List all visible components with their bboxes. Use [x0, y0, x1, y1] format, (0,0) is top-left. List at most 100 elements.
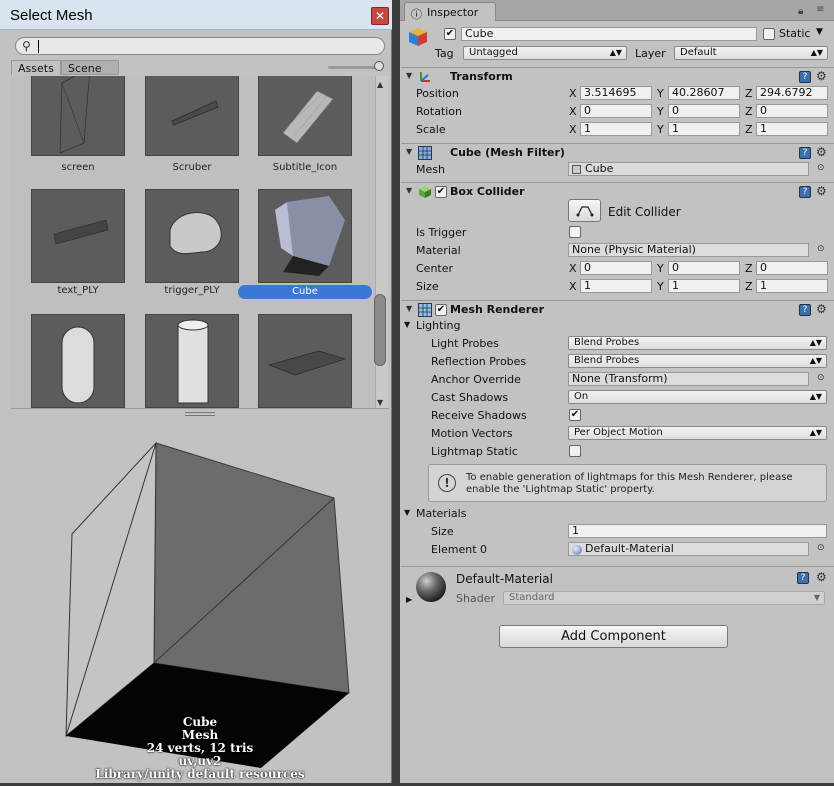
transform-header[interactable]: ▼ Transform — [401, 67, 834, 85]
mesh-label: Mesh — [416, 163, 445, 176]
materials-size-field[interactable]: 1 — [568, 524, 827, 538]
help-icon[interactable]: ? — [797, 572, 809, 584]
anchor-override-field[interactable]: None (Transform) — [568, 372, 809, 386]
size-x-field[interactable]: 1 — [580, 279, 652, 293]
lighting-label: Lighting — [416, 319, 461, 332]
search-input[interactable]: ⚲ — [15, 37, 385, 55]
mesh-thumbnail — [258, 189, 352, 283]
material-foldout-icon[interactable]: ▶ — [406, 595, 412, 604]
tab-menu-icon[interactable]: ≡ — [816, 4, 824, 15]
scrollbar-thumb[interactable] — [374, 294, 386, 366]
center-y-field[interactable]: 0 — [668, 261, 740, 275]
foldout-icon[interactable]: ▼ — [406, 186, 412, 195]
box-collider-enabled-checkbox[interactable]: ✔ — [435, 186, 447, 198]
gear-icon[interactable]: ⚙ — [816, 302, 827, 316]
mesh-asset-icon — [572, 165, 581, 174]
static-dropdown-icon[interactable]: ▼ — [816, 27, 823, 37]
object-picker-icon[interactable]: ⊙ — [817, 163, 825, 173]
lightmap-static-checkbox[interactable] — [569, 445, 581, 457]
object-name-field[interactable]: Cube — [461, 27, 757, 41]
gear-icon[interactable]: ⚙ — [816, 145, 827, 159]
rotation-z-field[interactable]: 0 — [756, 104, 828, 118]
scroll-down-icon[interactable]: ▼ — [377, 398, 383, 407]
physic-material-field[interactable]: None (Physic Material) — [568, 243, 809, 257]
mesh-thumbnail — [31, 189, 125, 283]
box-collider-header[interactable]: ▼ Box Collider — [401, 182, 834, 200]
receive-shadows-label: Receive Shadows — [431, 409, 527, 422]
component-title: Box Collider — [450, 185, 525, 198]
position-y-field[interactable]: 40.28607 — [668, 86, 740, 100]
mesh-filter-header[interactable]: ▼ Cube (Mesh Filter) — [401, 143, 834, 161]
axis-x-label: X — [569, 105, 577, 118]
thumbnail-size-slider[interactable] — [328, 66, 378, 69]
dropdown-arrow-icon: ▲▼ — [809, 392, 822, 401]
mesh-thumbnail — [258, 76, 352, 156]
help-icon[interactable]: ? — [799, 186, 811, 198]
receive-shadows-checkbox[interactable]: ✔ — [569, 409, 581, 421]
size-z-field[interactable]: 1 — [756, 279, 828, 293]
tab-inspector[interactable]: ⓘ Inspector — [404, 2, 496, 21]
close-icon[interactable]: ✕ — [371, 7, 389, 25]
size-y-field[interactable]: 1 — [668, 279, 740, 293]
position-x-field[interactable]: 3.514695 — [580, 86, 652, 100]
lock-icon[interactable]: 🔒︎ — [798, 6, 803, 17]
mesh-thumbnail — [145, 76, 239, 156]
motion-vectors-dropdown[interactable]: Per Object Motion ▲▼ — [568, 426, 827, 440]
materials-label: Materials — [416, 507, 467, 520]
center-x-field[interactable]: 0 — [580, 261, 652, 275]
foldout-icon[interactable]: ▼ — [406, 147, 412, 156]
mesh-item-label: Cube — [238, 285, 372, 299]
gear-icon[interactable]: ⚙ — [816, 570, 827, 584]
help-icon[interactable]: ? — [799, 71, 811, 83]
edit-collider-label: Edit Collider — [608, 205, 681, 219]
material-sphere-icon — [572, 545, 582, 555]
gear-icon[interactable]: ⚙ — [816, 184, 827, 198]
mesh-renderer-header[interactable]: ▼ Mesh Renderer — [401, 300, 834, 318]
object-picker-icon[interactable]: ⊙ — [817, 244, 825, 254]
gear-icon[interactable]: ⚙ — [816, 69, 827, 83]
mesh-renderer-icon — [418, 303, 432, 317]
tab-assets[interactable]: Assets — [11, 60, 61, 75]
element-0-field[interactable]: Default-Material — [568, 542, 809, 556]
slider-handle[interactable] — [374, 61, 384, 71]
active-checkbox[interactable]: ✔ — [444, 28, 456, 40]
scroll-up-icon[interactable]: ▲ — [377, 80, 383, 89]
object-picker-icon[interactable]: ⊙ — [817, 543, 825, 553]
material-preview-sphere — [416, 572, 446, 602]
splitter-grip-icon[interactable] — [185, 412, 215, 416]
dropdown-arrow-icon: ▲▼ — [809, 338, 822, 347]
scale-y-field[interactable]: 1 — [668, 122, 740, 136]
cast-shadows-dropdown[interactable]: On ▲▼ — [568, 390, 827, 404]
center-z-field[interactable]: 0 — [756, 261, 828, 275]
foldout-icon[interactable]: ▼ — [406, 304, 412, 313]
layer-label: Layer — [635, 47, 666, 60]
scale-x-field[interactable]: 1 — [580, 122, 652, 136]
object-picker-icon[interactable]: ⊙ — [817, 373, 825, 383]
edit-collider-button[interactable] — [568, 199, 601, 222]
preview-info: Cube Mesh 24 verts, 12 tris uv,uv2 Libra… — [11, 716, 389, 781]
light-probes-dropdown[interactable]: Blend Probes ▲▼ — [568, 336, 827, 350]
mesh-renderer-enabled-checkbox[interactable]: ✔ — [435, 304, 447, 316]
help-icon[interactable]: ? — [799, 304, 811, 316]
shader-label: Shader — [456, 592, 495, 605]
rotation-y-field[interactable]: 0 — [668, 104, 740, 118]
cast-shadows-label: Cast Shadows — [431, 391, 509, 404]
is-trigger-checkbox[interactable] — [569, 226, 581, 238]
window-title-bar[interactable]: Select Mesh ✕ — [0, 0, 392, 30]
rotation-x-field[interactable]: 0 — [580, 104, 652, 118]
foldout-icon[interactable]: ▼ — [406, 71, 412, 80]
help-icon[interactable]: ? — [799, 147, 811, 159]
lightmap-info-box: ! To enable generation of lightmaps for … — [428, 464, 827, 502]
static-checkbox[interactable] — [763, 28, 775, 40]
layer-dropdown[interactable]: Default ▲▼ — [674, 46, 828, 60]
reflection-probes-dropdown[interactable]: Blend Probes ▲▼ — [568, 354, 827, 368]
mesh-object-field[interactable]: Cube — [568, 162, 809, 176]
add-component-button[interactable]: Add Component — [499, 625, 728, 648]
position-z-field[interactable]: 294.6792 — [756, 86, 828, 100]
shader-dropdown[interactable]: Standard ▼ — [503, 591, 825, 605]
scale-z-field[interactable]: 1 — [756, 122, 828, 136]
tag-dropdown[interactable]: Untagged ▲▼ — [463, 46, 627, 60]
tab-scene[interactable]: Scene — [61, 60, 119, 75]
materials-foldout-icon[interactable]: ▼ — [404, 508, 410, 517]
lighting-foldout-icon[interactable]: ▼ — [404, 320, 410, 329]
